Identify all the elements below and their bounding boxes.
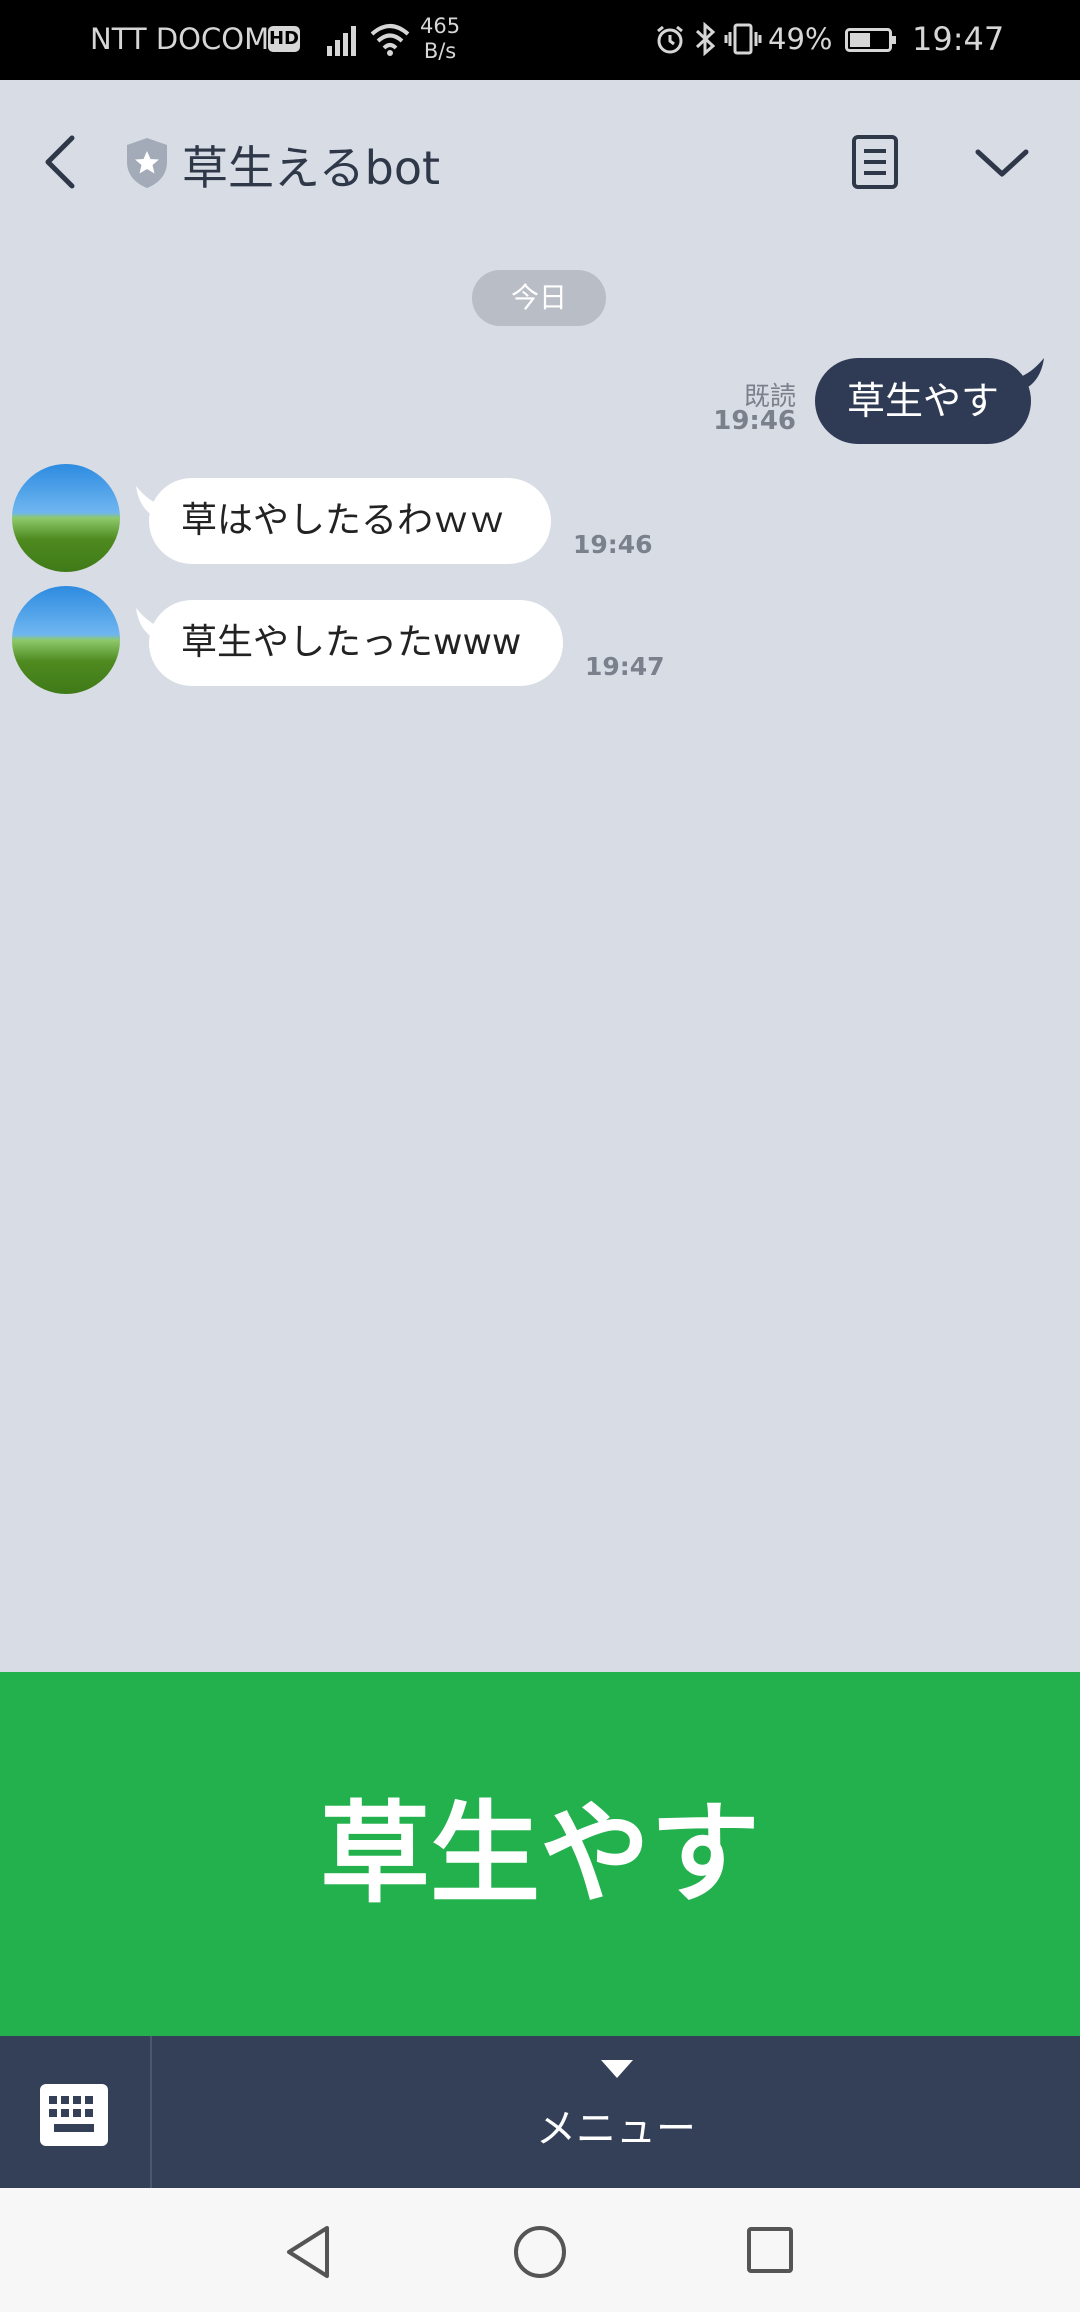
hd-badge: HD (268, 26, 300, 52)
status-bar: NTT DOCOMO HD 465 B/s 49% 19:47 (0, 0, 1080, 80)
menu-toggle-button[interactable]: メニュー (152, 2036, 1080, 2188)
caret-down-icon (601, 2060, 633, 2078)
keyboard-icon (40, 2084, 108, 2146)
nav-home-icon[interactable] (512, 2224, 568, 2280)
wifi-icon (370, 24, 410, 56)
chat-title: 草生えるbot (182, 141, 440, 195)
nav-recent-apps-icon[interactable] (746, 2226, 794, 2274)
received-message-bubble[interactable]: 草はやしたるわｗｗ (149, 478, 551, 564)
notes-icon[interactable] (850, 134, 900, 190)
rich-menu-button-label: 草生やす (320, 1790, 760, 1918)
bluetooth-icon (695, 22, 716, 56)
signal-icon (327, 26, 356, 56)
date-separator: 今日 (472, 270, 606, 326)
vibrate-icon (724, 23, 762, 55)
bottom-bar: メニュー (0, 2036, 1080, 2188)
received-message-bubble[interactable]: 草生やしたったwww (149, 600, 563, 686)
network-speed: 465 B/s (420, 14, 460, 64)
nav-back-icon[interactable] (283, 2224, 333, 2280)
alarm-icon (657, 25, 683, 54)
official-shield-icon (127, 138, 167, 188)
chat-header: 草生えるbot (0, 80, 1080, 245)
sent-message-bubble[interactable]: 草生やす (815, 358, 1031, 444)
menu-label: メニュー (536, 2106, 696, 2152)
message-time: 19:46 (713, 406, 796, 436)
battery-percent: 49% (768, 22, 833, 56)
status-time: 19:47 (912, 20, 1005, 58)
message-time: 19:47 (585, 652, 665, 681)
bot-avatar[interactable] (12, 586, 120, 694)
rich-menu[interactable]: 草生やす (0, 1672, 1080, 2036)
bot-avatar[interactable] (12, 464, 120, 572)
keyboard-toggle-button[interactable] (0, 2036, 152, 2188)
system-nav-bar (0, 2188, 1080, 2312)
message-time: 19:46 (573, 530, 653, 559)
battery-icon (845, 28, 896, 52)
chevron-down-icon[interactable] (972, 142, 1032, 182)
network-speed-value: 465 (420, 14, 461, 38)
network-speed-unit: B/s (423, 39, 457, 63)
back-chevron-icon[interactable] (36, 132, 84, 192)
carrier-name: NTT DOCOMO (90, 22, 292, 56)
